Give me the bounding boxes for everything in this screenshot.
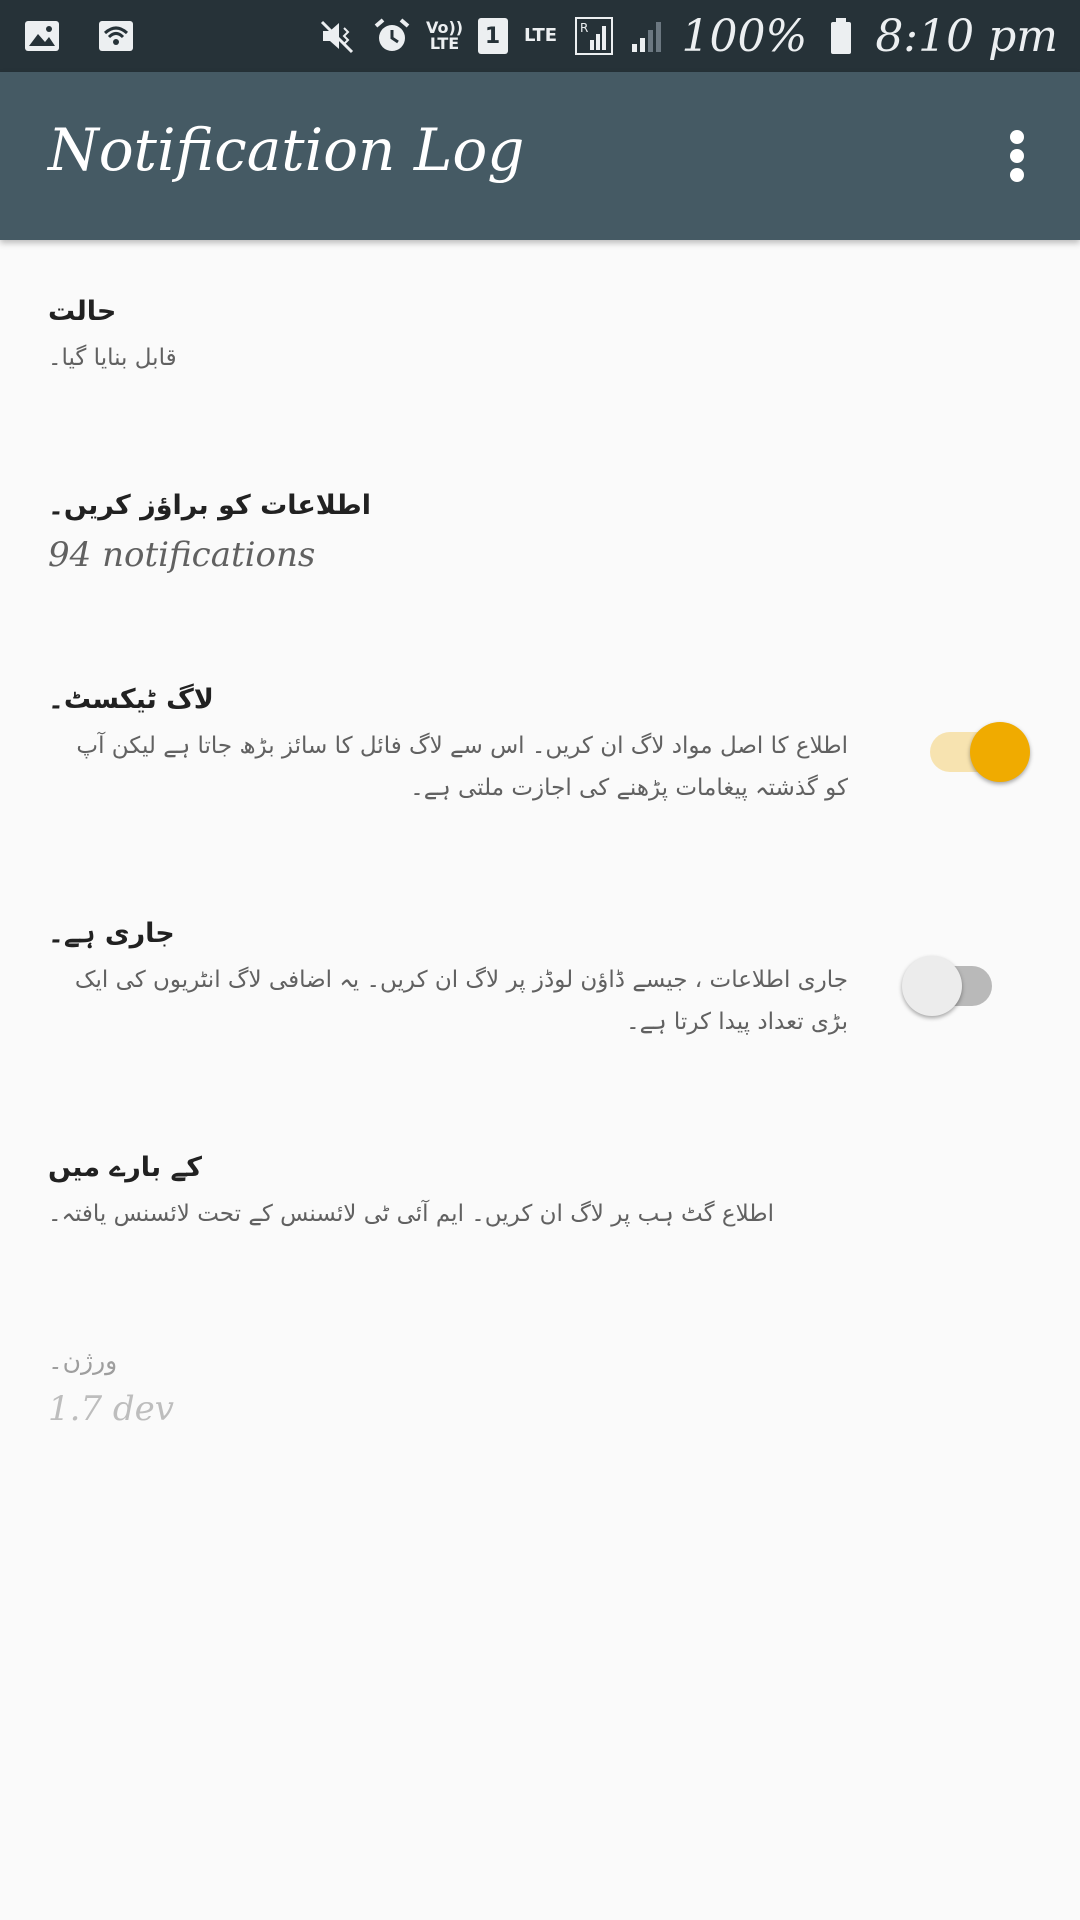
alarm-icon (372, 16, 412, 56)
sim-slot-badge: 1 (477, 18, 508, 54)
pref-log-text[interactable]: لاگ ٹیکسٹ۔ اطلاع کا اصل مواد لاگ ان کریں… (48, 684, 1032, 809)
pref-ongoing-title: جاری ہے۔ (48, 918, 175, 949)
volte-indicator: Vo)) LTE (425, 18, 464, 53)
lte-indicator: LTE (523, 25, 558, 46)
pref-log-text-title: لاگ ٹیکسٹ۔ (48, 684, 214, 715)
status-bar: Vo)) LTE 1 LTE R 100% 8:10 pm (0, 0, 1080, 72)
pref-status[interactable]: حالت قابل بنایا گیا۔ (48, 296, 1032, 371)
status-bar-left (22, 16, 136, 56)
switch-thumb (902, 956, 962, 1016)
battery-icon (821, 16, 861, 56)
svg-text:R: R (580, 21, 588, 35)
pref-status-summary: قابل بنایا گیا۔ (48, 345, 177, 371)
wifi-icon (96, 16, 136, 56)
more-vert-icon[interactable] (994, 124, 1042, 188)
status-bar-right: Vo)) LTE 1 LTE R 100% 8:10 pm (318, 8, 1058, 64)
signal-roaming-icon: R (574, 16, 614, 56)
version-number: 1.7 dev (48, 1389, 174, 1429)
pref-ongoing[interactable]: جاری ہے۔ جاری اطلاعات ، جیسے ڈاؤن لوڈز پ… (48, 918, 1032, 1043)
pref-about[interactable]: کے بارے میں اطلاع گٹ ہب پر لاگ ان کریں۔ … (48, 1152, 1032, 1227)
image-icon (22, 16, 62, 56)
clock: 8:10 pm (875, 10, 1058, 62)
pref-version-title: ورژن۔ (48, 1346, 118, 1375)
pref-ongoing-summary: جاری اطلاعات ، جیسے ڈاؤن لوڈز پر لاگ ان … (74, 967, 848, 1035)
app-toolbar: Notification Log (0, 72, 1080, 240)
pref-log-text-summary: اطلاع کا اصل مواد لاگ ان کریں۔ اس سے لاگ… (76, 733, 848, 801)
pref-status-title: حالت (48, 296, 117, 327)
pref-version: ورژن۔ 1.7 dev (48, 1346, 1032, 1429)
pref-browse[interactable]: اطلاعات کو براؤز کریں۔ 94 notifications (48, 490, 1032, 575)
pref-about-summary: اطلاع گٹ ہب پر لاگ ان کریں۔ ایم آئی ٹی ل… (48, 1201, 774, 1227)
app-title: Notification Log (48, 116, 525, 184)
pref-browse-title: اطلاعات کو براؤز کریں۔ (48, 490, 371, 521)
notification-count: 94 notifications (48, 535, 316, 575)
signal-icon (628, 16, 668, 56)
battery-percent: 100% (681, 10, 808, 62)
switch-thumb (970, 722, 1030, 782)
pref-about-title: کے بارے میں (48, 1152, 202, 1183)
mute-icon (318, 16, 358, 56)
ongoing-switch[interactable] (902, 946, 1002, 1016)
log-text-switch[interactable] (920, 712, 1030, 782)
